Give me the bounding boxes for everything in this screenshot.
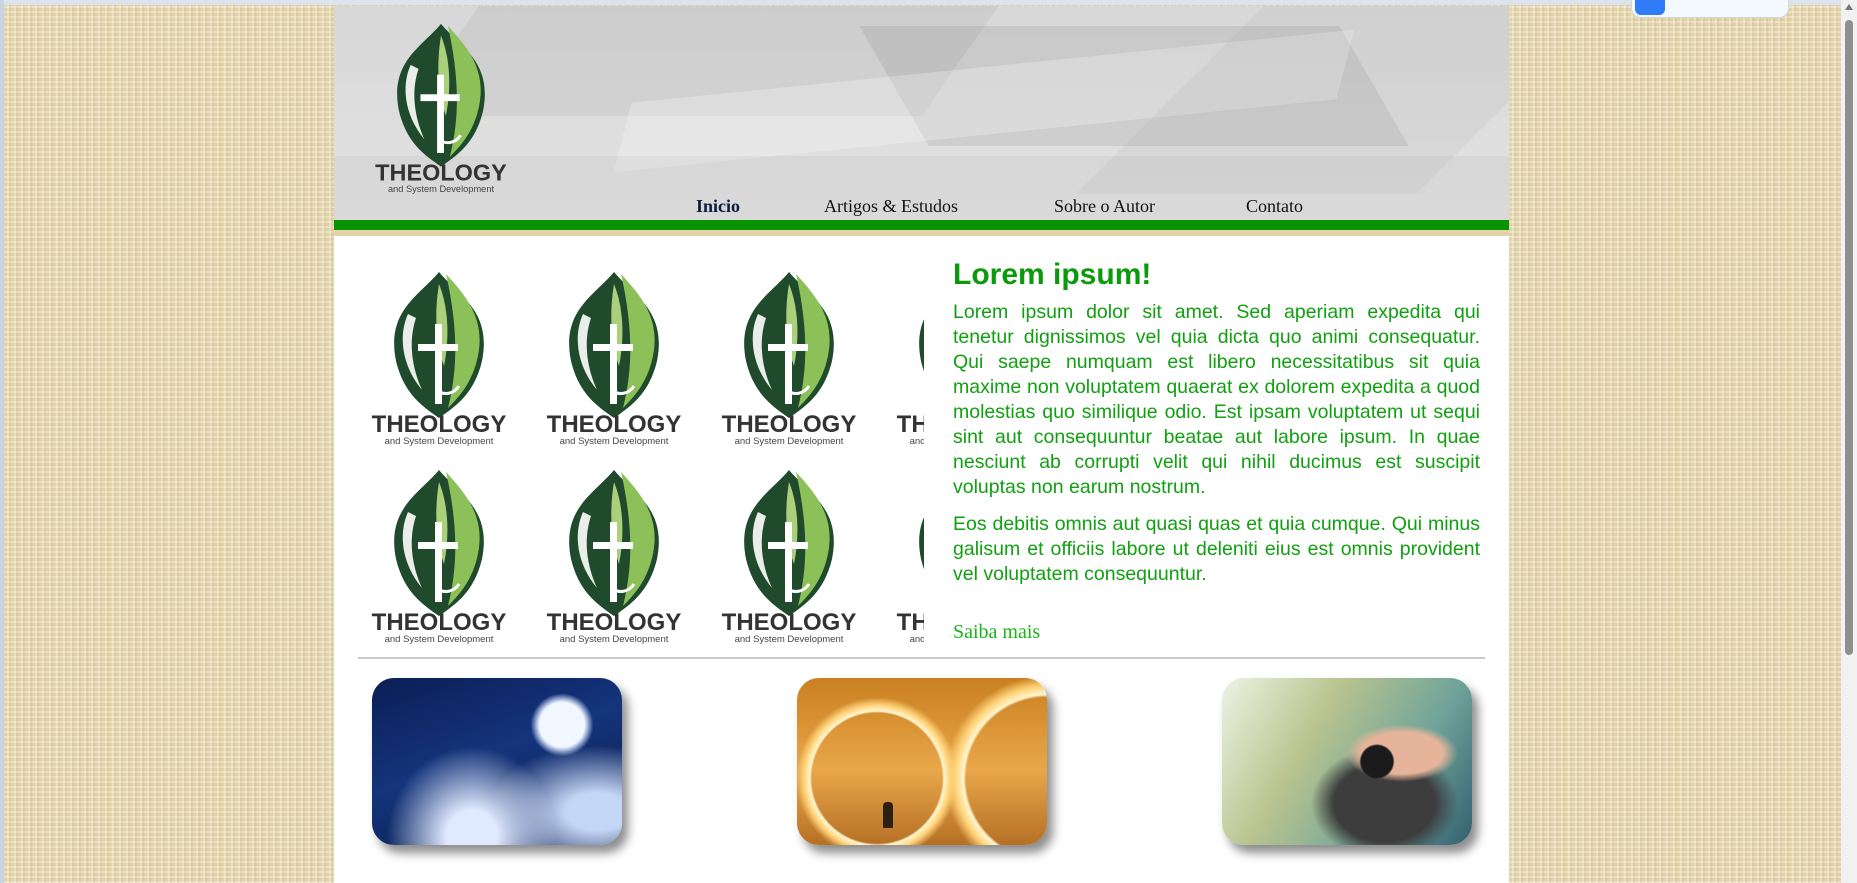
gallery-image-moon[interactable] <box>372 678 622 845</box>
logo-pattern-tile <box>714 266 864 446</box>
intro-paragraph-2: Eos debitis omnis aut quasi quas et quia… <box>953 513 1480 585</box>
page-scrollbar[interactable] <box>1841 0 1857 883</box>
browser-left-edge <box>0 0 4 883</box>
terabox-icon <box>1635 0 1665 15</box>
browser-top-edge <box>0 0 1857 5</box>
logo-pattern-tile <box>714 464 864 644</box>
site-header: Inicio Artigos & Estudos Sobre o Autor C… <box>334 6 1509 236</box>
nav-item-artigos[interactable]: Artigos & Estudos <box>824 196 958 217</box>
nav-item-inicio[interactable]: Inicio <box>696 196 740 217</box>
logo-pattern-tile <box>539 266 689 446</box>
logo-pattern-tile <box>364 266 514 446</box>
brand-block <box>334 6 1509 194</box>
scroll-up-arrow-icon[interactable] <box>1845 4 1853 10</box>
site-logo[interactable] <box>366 18 516 194</box>
intro-paragraph-1: Lorem ipsum dolor sit amet. Sed aperiam … <box>953 301 1480 498</box>
logo-pattern-tile <box>539 464 689 644</box>
gallery-image-golden-rings[interactable] <box>797 678 1047 845</box>
intro-title: Lorem ipsum! <box>953 258 1152 291</box>
nav-item-contato[interactable]: Contato <box>1246 196 1303 217</box>
surfer-silhouette <box>883 802 893 828</box>
page-container: Inicio Artigos & Estudos Sobre o Autor C… <box>334 6 1509 883</box>
header-beige-strip <box>334 230 1509 236</box>
section-divider <box>358 657 1485 659</box>
intro-section: Lorem ipsum! Lorem ipsum dolor sit amet.… <box>953 258 1480 599</box>
header-green-bar <box>334 220 1509 230</box>
logo-pattern-tile <box>364 464 514 644</box>
logo-pattern-image <box>364 266 924 650</box>
logo-pattern-tile <box>889 266 924 446</box>
terabox-extension-button[interactable] <box>1631 0 1789 18</box>
nav-item-sobre[interactable]: Sobre o Autor <box>1054 196 1155 217</box>
saiba-mais-link[interactable]: Saiba mais <box>953 621 1040 644</box>
gallery-image-photographer[interactable] <box>1222 678 1472 845</box>
scrollbar-thumb[interactable] <box>1845 20 1853 655</box>
logo-pattern-tile <box>889 464 924 644</box>
